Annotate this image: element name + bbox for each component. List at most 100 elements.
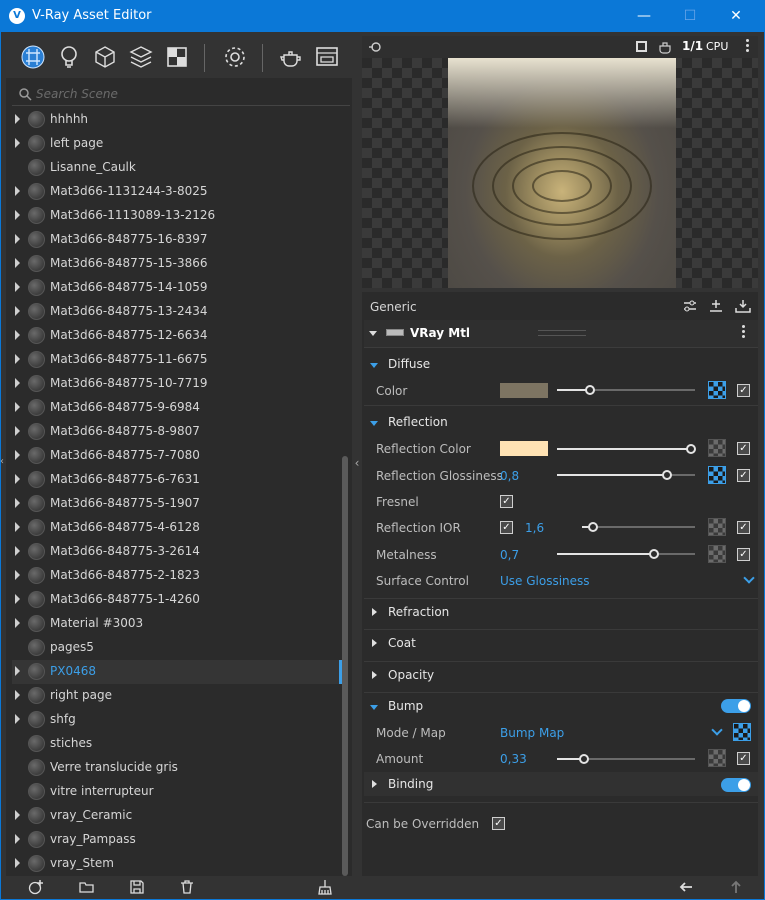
tree-item[interactable]: vray_Stem bbox=[12, 852, 342, 876]
metalness-value[interactable]: 0,7 bbox=[500, 548, 519, 562]
add-layer-icon[interactable] bbox=[708, 298, 724, 314]
expand-arrow-icon[interactable] bbox=[15, 474, 20, 484]
reflection-color-slider[interactable] bbox=[557, 444, 696, 454]
material-more-icon[interactable] bbox=[742, 325, 746, 339]
preview-scene-icon[interactable] bbox=[658, 40, 672, 54]
materials-icon[interactable] bbox=[20, 44, 46, 70]
tree-item[interactable]: Mat3d66-848775-13-2434 bbox=[12, 300, 342, 324]
metalness-map-button[interactable] bbox=[708, 545, 726, 563]
bump-expand-icon[interactable] bbox=[370, 705, 378, 710]
refraction-expand-icon[interactable] bbox=[372, 608, 377, 616]
settings-icon[interactable] bbox=[222, 44, 248, 70]
maximize-button[interactable]: ☐ bbox=[668, 4, 712, 28]
reflection-color-swatch[interactable] bbox=[500, 441, 548, 456]
material-preview[interactable] bbox=[362, 58, 758, 288]
diffuse-title[interactable]: Diffuse bbox=[388, 357, 430, 371]
save-icon[interactable] bbox=[129, 879, 145, 895]
expand-arrow-icon[interactable] bbox=[15, 546, 20, 556]
expand-arrow-icon[interactable] bbox=[15, 426, 20, 436]
expand-arrow-icon[interactable] bbox=[15, 306, 20, 316]
expand-arrow-icon[interactable] bbox=[15, 570, 20, 580]
expand-arrow-icon[interactable] bbox=[15, 234, 20, 244]
reflection-ior-map-button[interactable] bbox=[708, 518, 726, 536]
tree-item[interactable]: vray_Pampass bbox=[12, 828, 342, 852]
bump-amount-slider[interactable] bbox=[557, 754, 695, 764]
tree-item[interactable]: Mat3d66-848775-10-7719 bbox=[12, 372, 342, 396]
tree-item[interactable]: shfg bbox=[12, 708, 342, 732]
tree-item[interactable]: vray_Ceramic bbox=[12, 804, 342, 828]
reflection-glossiness-value[interactable]: 0,8 bbox=[500, 469, 519, 483]
expand-arrow-icon[interactable] bbox=[15, 138, 20, 148]
expand-arrow-icon[interactable] bbox=[15, 330, 20, 340]
binding-title[interactable]: Binding bbox=[388, 777, 433, 791]
tree-item[interactable]: Mat3d66-848775-11-6675 bbox=[12, 348, 342, 372]
reflection-color-map-button[interactable] bbox=[708, 439, 726, 457]
tree-item[interactable]: Lisanne_Caulk bbox=[12, 156, 342, 180]
tree-item[interactable]: vitre interrupteur bbox=[12, 780, 342, 804]
binding-expand-icon[interactable] bbox=[372, 780, 377, 788]
tree-item[interactable]: Mat3d66-1131244-3-8025 bbox=[12, 180, 342, 204]
expand-arrow-icon[interactable] bbox=[15, 498, 20, 508]
expand-arrow-icon[interactable] bbox=[15, 522, 20, 532]
diffuse-color-swatch[interactable] bbox=[500, 383, 548, 398]
bump-map-button[interactable] bbox=[733, 723, 751, 741]
reflection-glossiness-checkbox[interactable]: ✓ bbox=[737, 469, 750, 482]
tree-item[interactable]: Mat3d66-1113089-13-2126 bbox=[12, 204, 342, 228]
opacity-title[interactable]: Opacity bbox=[388, 668, 434, 682]
expand-arrow-icon[interactable] bbox=[15, 714, 20, 724]
tree-item[interactable]: hhhhh bbox=[12, 108, 342, 132]
bump-title[interactable]: Bump bbox=[388, 699, 423, 713]
metalness-slider[interactable] bbox=[557, 549, 695, 559]
preview-more-icon[interactable] bbox=[746, 39, 750, 53]
tree-item[interactable]: Mat3d66-848775-2-1823 bbox=[12, 564, 342, 588]
expand-arrow-icon[interactable] bbox=[15, 858, 20, 868]
tree-item[interactable]: pages5 bbox=[12, 636, 342, 660]
expand-arrow-icon[interactable] bbox=[15, 378, 20, 388]
expand-arrow-icon[interactable] bbox=[15, 258, 20, 268]
expand-arrow-icon[interactable] bbox=[15, 282, 20, 292]
reflection-ior-slider[interactable] bbox=[582, 522, 695, 532]
save-layer-icon[interactable] bbox=[734, 298, 752, 314]
can-be-overridden-checkbox[interactable]: ✓ bbox=[492, 817, 505, 830]
reflection-glossiness-slider[interactable] bbox=[557, 470, 695, 480]
refraction-title[interactable]: Refraction bbox=[388, 605, 449, 619]
tree-item[interactable]: Mat3d66-848775-9-6984 bbox=[12, 396, 342, 420]
tree-item[interactable]: left page bbox=[12, 132, 342, 156]
tree-scrollbar[interactable] bbox=[342, 456, 348, 876]
expand-arrow-icon[interactable] bbox=[15, 618, 20, 628]
minimize-button[interactable]: — bbox=[622, 4, 666, 28]
close-button[interactable]: ✕ bbox=[714, 4, 758, 28]
preview-object-icon[interactable] bbox=[636, 41, 647, 52]
diffuse-slider[interactable] bbox=[557, 385, 695, 395]
bump-amount-checkbox[interactable]: ✓ bbox=[737, 752, 750, 765]
tree-item[interactable]: Mat3d66-848775-15-3866 bbox=[12, 252, 342, 276]
reflection-title[interactable]: Reflection bbox=[388, 415, 448, 429]
tree-item[interactable]: Verre translucide gris bbox=[12, 756, 342, 780]
binding-toggle[interactable] bbox=[721, 778, 751, 792]
reflection-expand-icon[interactable] bbox=[370, 421, 378, 426]
tree-item[interactable]: Mat3d66-848775-4-6128 bbox=[12, 516, 342, 540]
diffuse-checkbox[interactable]: ✓ bbox=[737, 384, 750, 397]
coat-expand-icon[interactable] bbox=[372, 639, 377, 647]
preview-device[interactable]: CPU bbox=[706, 40, 728, 53]
bump-amount-value[interactable]: 0,33 bbox=[500, 752, 527, 766]
expand-arrow-icon[interactable] bbox=[15, 666, 20, 676]
render-teapot-icon[interactable] bbox=[278, 44, 304, 70]
search-input[interactable] bbox=[36, 84, 336, 104]
drag-handle[interactable] bbox=[538, 330, 586, 336]
expand-arrow-icon[interactable] bbox=[15, 210, 20, 220]
preview-ratio[interactable]: 1/1 bbox=[682, 39, 703, 53]
tree-item[interactable]: PX0468 bbox=[12, 660, 342, 684]
bump-toggle[interactable] bbox=[721, 699, 751, 713]
purge-broom-icon[interactable] bbox=[317, 879, 333, 895]
expand-arrow-icon[interactable] bbox=[15, 402, 20, 412]
expand-arrow-icon[interactable] bbox=[15, 690, 20, 700]
tree-item[interactable]: Mat3d66-848775-3-2614 bbox=[12, 540, 342, 564]
tree-item[interactable]: Mat3d66-848775-7-7080 bbox=[12, 444, 342, 468]
expand-arrow-icon[interactable] bbox=[15, 354, 20, 364]
coat-title[interactable]: Coat bbox=[388, 636, 416, 650]
tree-item[interactable]: Mat3d66-848775-6-7631 bbox=[12, 468, 342, 492]
textures-icon[interactable] bbox=[164, 44, 190, 70]
metalness-checkbox[interactable]: ✓ bbox=[737, 548, 750, 561]
layers-icon[interactable] bbox=[128, 44, 154, 70]
